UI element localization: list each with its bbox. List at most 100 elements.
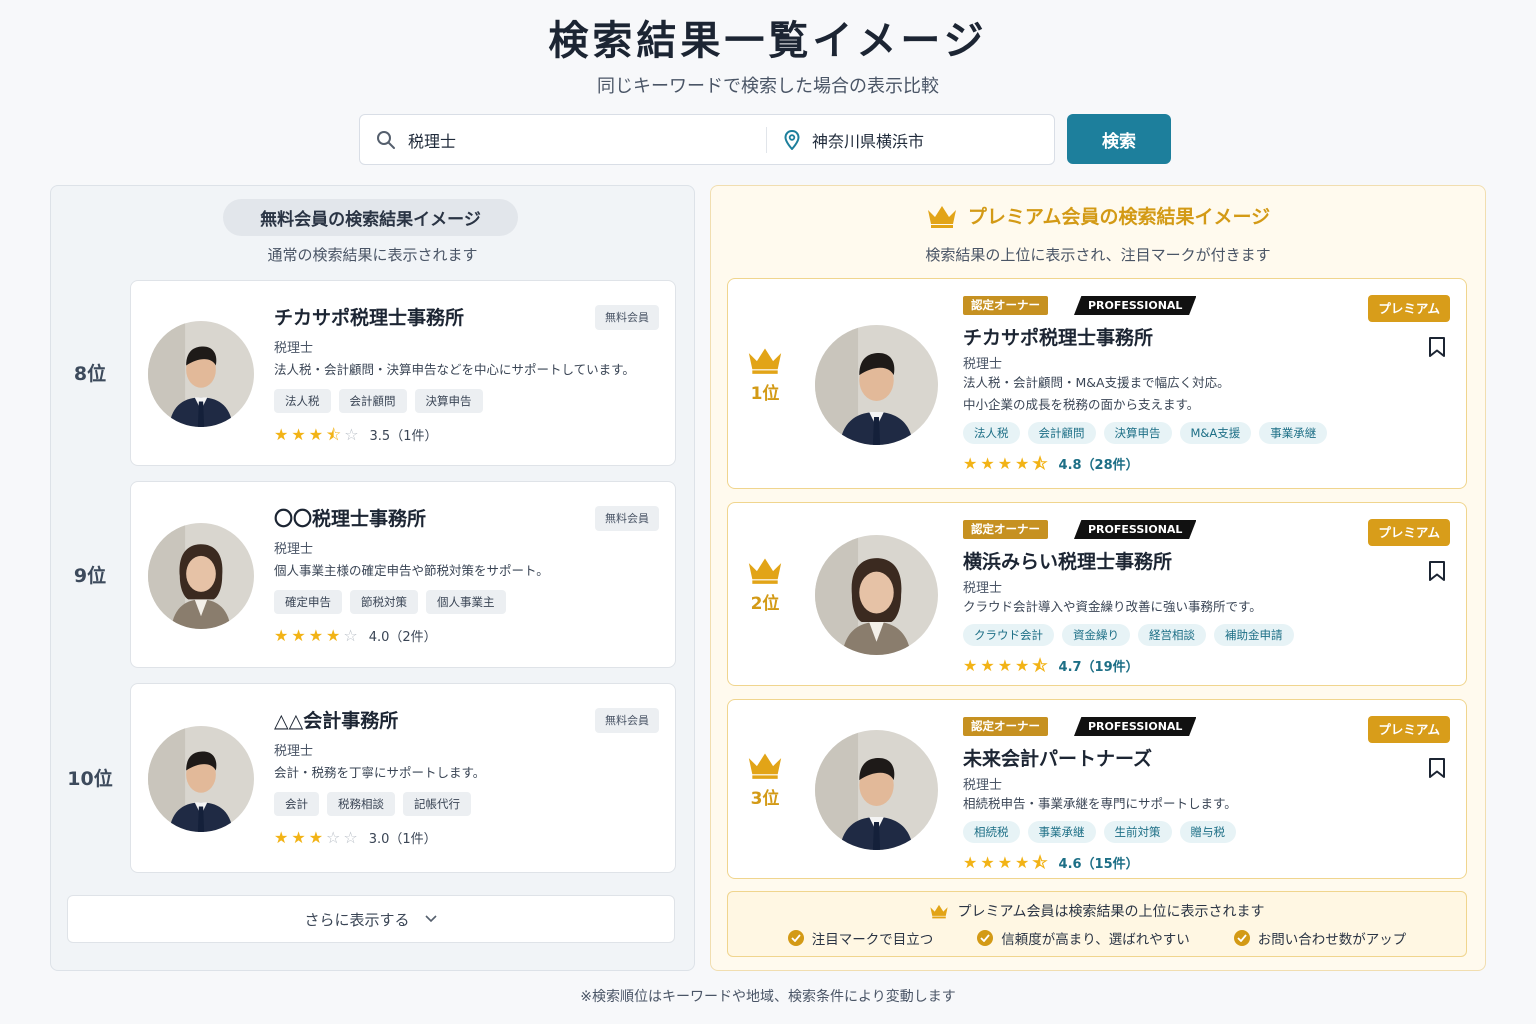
location-field[interactable]: 神奈川県横浜市 bbox=[784, 115, 1044, 164]
rating: ★ ★ ★ ☆ ☆ 3.0（1件） bbox=[274, 828, 437, 847]
star-icon: ⯪ bbox=[1032, 655, 1048, 675]
service-tag: 決算申告 bbox=[1103, 422, 1172, 444]
free-panel-heading: 無料会員の検索結果イメージ bbox=[223, 199, 518, 236]
description-line: 相続税申告・事業承継を専門にサポートします。 bbox=[963, 796, 1237, 811]
rank-label: 10位 bbox=[67, 768, 113, 790]
professional-badge: PROFESSIONAL bbox=[1074, 520, 1197, 539]
star-icon: ★ bbox=[274, 827, 289, 847]
star-icon: ★ bbox=[1015, 453, 1030, 473]
firm-name[interactable]: チカサポ税理士事務所 bbox=[274, 303, 464, 330]
free-result-card[interactable]: 〇〇税理士事務所 無料会員 税理士 個人事業主様の確定申告や節税対策をサポート。 確定申… bbox=[130, 481, 676, 668]
service-tag: 会計顧問 bbox=[338, 389, 407, 413]
star-icon: ★ bbox=[274, 424, 289, 444]
star-icon: ★ bbox=[980, 453, 995, 473]
premium-panel-title: プレミアム会員の検索結果イメージ bbox=[967, 206, 1271, 228]
rank-label: 2位 bbox=[750, 594, 780, 614]
rating-text: 4.8（28件） bbox=[1058, 458, 1139, 473]
free-result-card[interactable]: チカサポ税理士事務所 無料会員 税理士 法人税・会計顧問・決算申告などを中心にサポート… bbox=[130, 280, 676, 466]
professional-badge: PROFESSIONAL bbox=[1074, 717, 1197, 736]
rank-crown-icon bbox=[746, 345, 784, 375]
firm-name[interactable]: △△会計事務所 bbox=[274, 706, 398, 733]
service-tag: 贈与税 bbox=[1179, 821, 1236, 843]
firm-name[interactable]: 〇〇税理士事務所 bbox=[274, 504, 426, 531]
service-tag: 事業承継 bbox=[1027, 821, 1096, 843]
keyword-input[interactable]: 税理士 bbox=[408, 128, 456, 152]
firm-description: クラウド会計導入や資金繰り改善に強い事務所です。 bbox=[963, 596, 1262, 618]
service-tag: 決算申告 bbox=[414, 389, 483, 413]
service-tag: 個人事業主 bbox=[426, 590, 506, 614]
firm-description: 法人税・会計顧問・M&A支援まで幅広く対応。 中小企業の成長を税務の面から支えます… bbox=[963, 372, 1230, 416]
profession-label: 税理士 bbox=[274, 341, 314, 356]
profession-label: 税理士 bbox=[274, 542, 314, 557]
service-tag: 税務相談 bbox=[327, 792, 395, 816]
star-icon: ★ bbox=[997, 655, 1013, 675]
star-icon: ★ bbox=[997, 453, 1013, 473]
service-tag: M&A支援 bbox=[1179, 422, 1252, 444]
avatar bbox=[815, 324, 938, 445]
free-panel-subheading: 通常の検索結果に表示されます bbox=[267, 246, 478, 264]
premium-benefit: 注目マークで目立つ bbox=[787, 928, 934, 948]
service-tag: 法人税 bbox=[963, 422, 1020, 444]
bookmark-icon[interactable] bbox=[1428, 560, 1446, 582]
rating-text: 3.5（1件） bbox=[369, 429, 438, 444]
service-tag: 法人税 bbox=[274, 389, 331, 413]
service-tag: 確定申告 bbox=[274, 590, 342, 614]
rating-text: 4.6（15件） bbox=[1058, 857, 1139, 872]
description-line: クラウド会計導入や資金繰り改善に強い事務所です。 bbox=[963, 599, 1262, 614]
premium-benefit: 信頼度が高まり、選ばれやすい bbox=[977, 928, 1190, 948]
free-member-badge: 無料会員 bbox=[595, 506, 659, 531]
free-result-card[interactable]: △△会計事務所 無料会員 税理士 会計・税務を丁寧にサポートします。 会計 税務相談 記帳代… bbox=[130, 683, 676, 873]
star-icon: ★ bbox=[980, 852, 995, 872]
star-icon: ★ bbox=[997, 852, 1013, 872]
star-icon: ☆ bbox=[344, 424, 359, 444]
avatar bbox=[815, 730, 938, 850]
rating: ★ ★ ★ ★ ⯪ 4.7（19件） bbox=[963, 656, 1139, 675]
check-icon bbox=[787, 930, 804, 946]
star-icon: ⯪ bbox=[326, 424, 342, 444]
search-button[interactable]: 検索 bbox=[1067, 114, 1171, 164]
tag-list: 法人税 会計顧問 決算申告 bbox=[274, 389, 483, 413]
certified-owner-badge: 認定オーナー bbox=[963, 520, 1048, 539]
firm-name[interactable]: 横浜みらい税理士事務所 bbox=[963, 547, 1172, 574]
rank-label: 8位 bbox=[73, 363, 107, 385]
premium-result-card[interactable]: 1位 認定オーナー PROFESSIONAL プレミアム チカサポ税理士事務所 税理士法… bbox=[727, 278, 1467, 489]
star-icon: ☆ bbox=[326, 827, 341, 847]
premium-info-box: プレミアム会員は検索結果の上位に表示されます 注目マークで目立つ 信頼度が高まり… bbox=[727, 891, 1467, 957]
description-line: 中小企業の成長を税務の面から支えます。 bbox=[963, 397, 1200, 412]
search-icon bbox=[377, 130, 395, 149]
premium-badge: プレミアム bbox=[1368, 295, 1450, 322]
profession-label: 税理士 bbox=[274, 744, 314, 759]
service-tag: 経営相談 bbox=[1138, 624, 1206, 646]
location-input[interactable]: 神奈川県横浜市 bbox=[812, 128, 924, 152]
star-icon: ★ bbox=[291, 424, 306, 444]
firm-description: 相続税申告・事業承継を専門にサポートします。 bbox=[963, 793, 1237, 815]
star-icon: ★ bbox=[308, 625, 324, 645]
firm-description: 法人税・会計顧問・決算申告などを中心にサポートしています。 bbox=[274, 362, 635, 377]
profession-label: 税理士 bbox=[963, 778, 1003, 793]
tag-list: 確定申告 節税対策 個人事業主 bbox=[274, 590, 506, 614]
service-tag: 会計顧問 bbox=[1027, 422, 1096, 444]
firm-name[interactable]: 未来会計パートナーズ bbox=[963, 744, 1152, 771]
rank-label: 3位 bbox=[750, 789, 780, 809]
star-icon: ★ bbox=[1015, 655, 1030, 675]
show-more-button[interactable]: さらに表示する bbox=[67, 895, 675, 943]
rating: ★ ★ ★ ⯪ ☆ 3.5（1件） bbox=[274, 425, 437, 444]
bookmark-icon[interactable] bbox=[1428, 757, 1446, 779]
premium-badge: プレミアム bbox=[1368, 716, 1450, 743]
star-icon: ★ bbox=[963, 655, 978, 675]
free-member-badge: 無料会員 bbox=[595, 708, 659, 733]
rank-label: 9位 bbox=[73, 564, 107, 587]
professional-badge: PROFESSIONAL bbox=[1074, 296, 1197, 315]
service-tag: 会計 bbox=[274, 792, 319, 816]
premium-result-card[interactable]: 3位 認定オーナー PROFESSIONAL プレミアム 未来会計パートナーズ 税理士相… bbox=[727, 699, 1467, 879]
star-icon: ★ bbox=[308, 424, 324, 444]
avatar bbox=[815, 535, 938, 655]
firm-name[interactable]: チカサポ税理士事務所 bbox=[963, 323, 1153, 350]
rating: ★ ★ ★ ★ ⯪ 4.6（15件） bbox=[963, 853, 1139, 872]
check-icon bbox=[977, 930, 994, 946]
keyword-field[interactable]: 税理士 bbox=[376, 115, 756, 164]
premium-result-card[interactable]: 2位 認定オーナー PROFESSIONAL プレミアム 横浜みらい税理士事務所 税理士… bbox=[727, 502, 1467, 686]
bookmark-icon[interactable] bbox=[1428, 336, 1446, 358]
premium-benefit-label: 注目マークで目立つ bbox=[811, 932, 934, 948]
rank-crown-icon bbox=[746, 555, 784, 585]
